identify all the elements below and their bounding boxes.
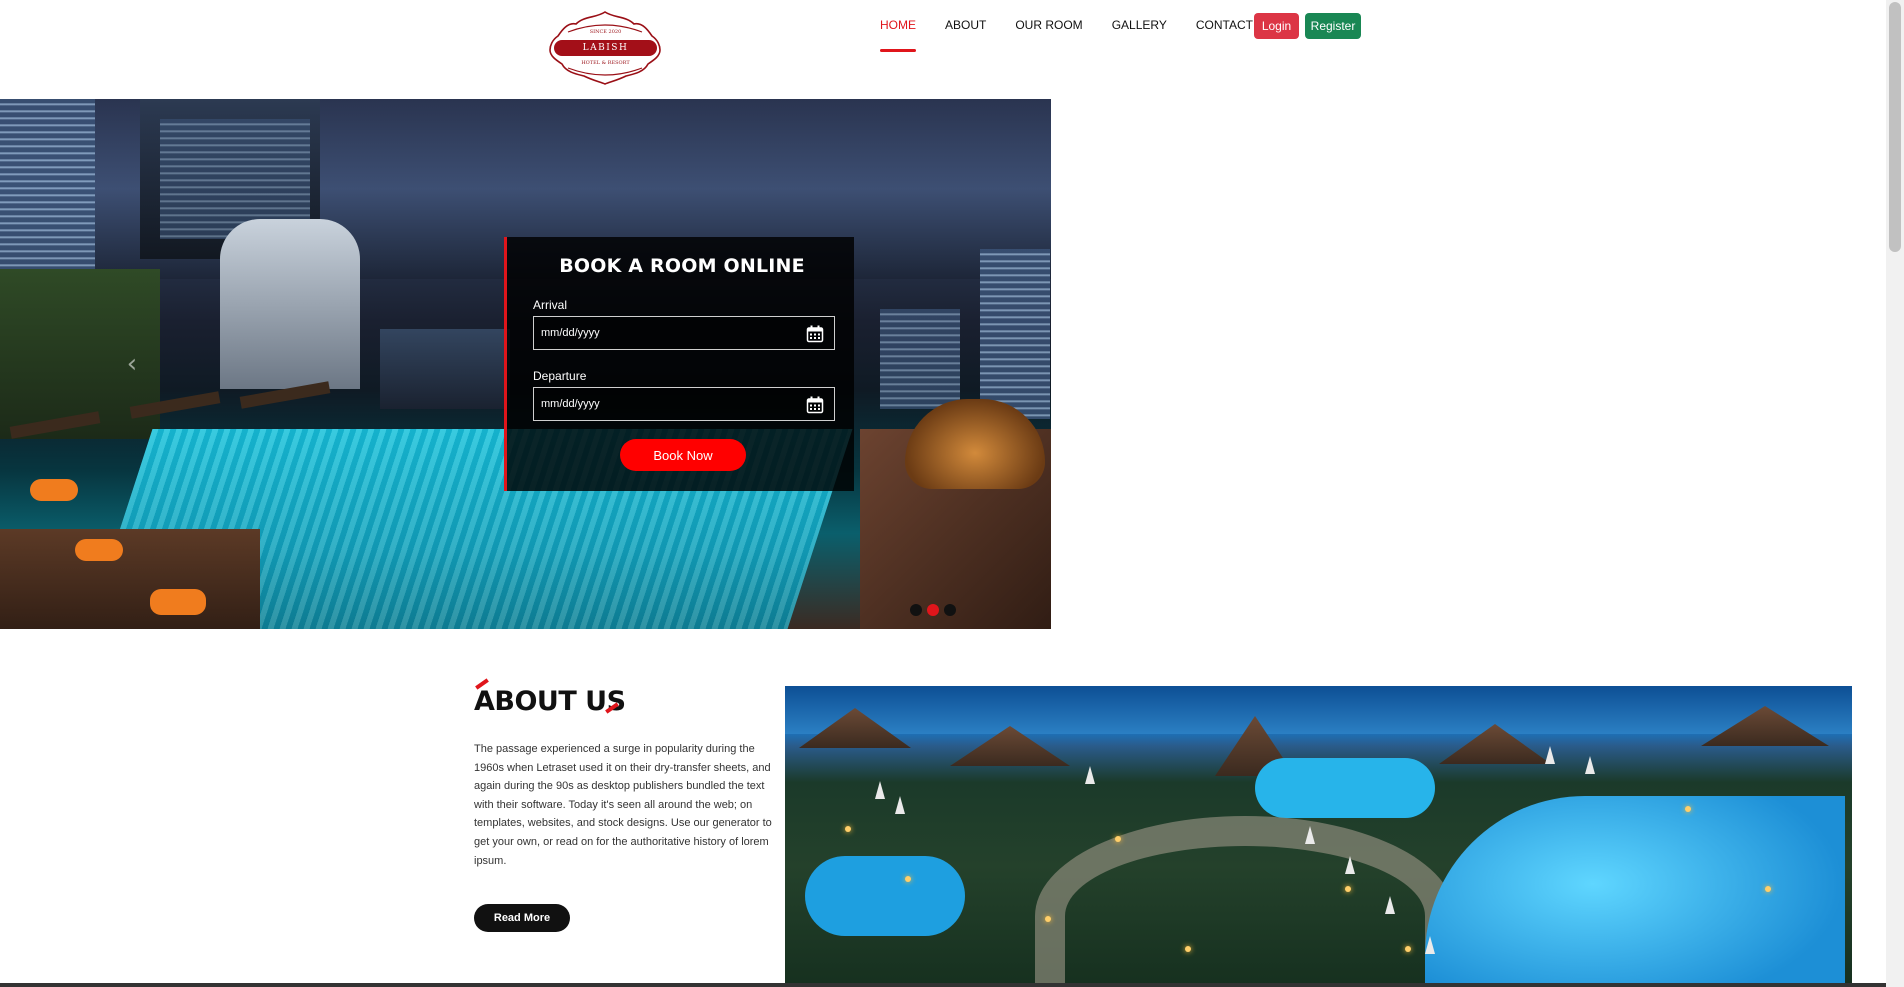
header: SINCE 2020 LABISH HOTEL & RESORT HOME AB… xyxy=(0,0,1886,99)
lamp xyxy=(1115,836,1121,842)
carousel-indicators xyxy=(910,604,956,616)
page: SINCE 2020 LABISH HOTEL & RESORT HOME AB… xyxy=(0,0,1904,987)
nav-about[interactable]: ABOUT xyxy=(945,12,986,52)
departure-date-input[interactable]: mm/dd/yyyy xyxy=(533,387,835,421)
departure-placeholder: mm/dd/yyyy xyxy=(541,398,600,410)
pool xyxy=(805,856,965,936)
umbrella xyxy=(1545,746,1555,764)
arrival-placeholder: mm/dd/yyyy xyxy=(541,327,600,339)
booking-form: BOOK A ROOM ONLINE Arrival mm/dd/yyyy De… xyxy=(504,237,854,491)
carousel-dot[interactable] xyxy=(944,604,956,616)
about-title: ABOUT US xyxy=(474,686,626,717)
login-button[interactable]: Login xyxy=(1254,13,1299,39)
lamp xyxy=(1045,916,1051,922)
lamp xyxy=(1405,946,1411,952)
site-logo[interactable]: SINCE 2020 LABISH HOTEL & RESORT xyxy=(548,10,663,85)
departure-label: Departure xyxy=(533,369,587,383)
main-nav: HOME ABOUT OUR ROOM GALLERY CONTACT US xyxy=(880,12,1302,52)
building xyxy=(980,249,1050,419)
bottom-edge xyxy=(0,983,1886,987)
lamp xyxy=(1685,806,1691,812)
resort-image xyxy=(785,686,1852,987)
umbrella xyxy=(1085,766,1095,784)
register-button[interactable]: Register xyxy=(1305,13,1361,39)
towel xyxy=(75,539,123,561)
towel xyxy=(30,479,78,501)
building xyxy=(220,219,360,389)
deck xyxy=(0,529,260,629)
carousel-prev-button[interactable]: ‹ xyxy=(118,349,146,379)
lamp xyxy=(1345,886,1351,892)
read-more-button[interactable]: Read More xyxy=(474,904,570,932)
book-now-button[interactable]: Book Now xyxy=(620,439,746,471)
towel xyxy=(150,589,206,615)
arrival-label: Arrival xyxy=(533,298,568,312)
booking-title: BOOK A ROOM ONLINE xyxy=(559,255,805,277)
carousel-dot-active[interactable] xyxy=(927,604,939,616)
lamp xyxy=(1765,886,1771,892)
lamp xyxy=(905,876,911,882)
logo-top-text: SINCE 2020 xyxy=(589,29,622,35)
calendar-icon[interactable] xyxy=(806,396,824,414)
sea xyxy=(785,686,1852,734)
about-text: The passage experienced a surge in popul… xyxy=(474,743,772,867)
lamp xyxy=(1185,946,1191,952)
umbrella xyxy=(875,781,885,799)
umbrella xyxy=(895,796,905,814)
nav-home[interactable]: HOME xyxy=(880,12,916,52)
umbrella xyxy=(1585,756,1595,774)
logo-name: LABISH xyxy=(582,43,629,53)
calendar-icon[interactable] xyxy=(806,325,824,343)
building xyxy=(880,309,960,409)
building xyxy=(380,329,510,409)
pool xyxy=(1255,758,1435,818)
pathway xyxy=(1035,816,1455,987)
lamp xyxy=(845,826,851,832)
scrollbar-thumb[interactable] xyxy=(1889,2,1901,252)
pool xyxy=(1425,796,1845,987)
nav-our-room[interactable]: OUR ROOM xyxy=(1015,12,1082,52)
logo-tagline: HOTEL & RESORT xyxy=(581,60,630,66)
nav-gallery[interactable]: GALLERY xyxy=(1112,12,1167,52)
carousel-dot[interactable] xyxy=(910,604,922,616)
arrival-date-input[interactable]: mm/dd/yyyy xyxy=(533,316,835,350)
